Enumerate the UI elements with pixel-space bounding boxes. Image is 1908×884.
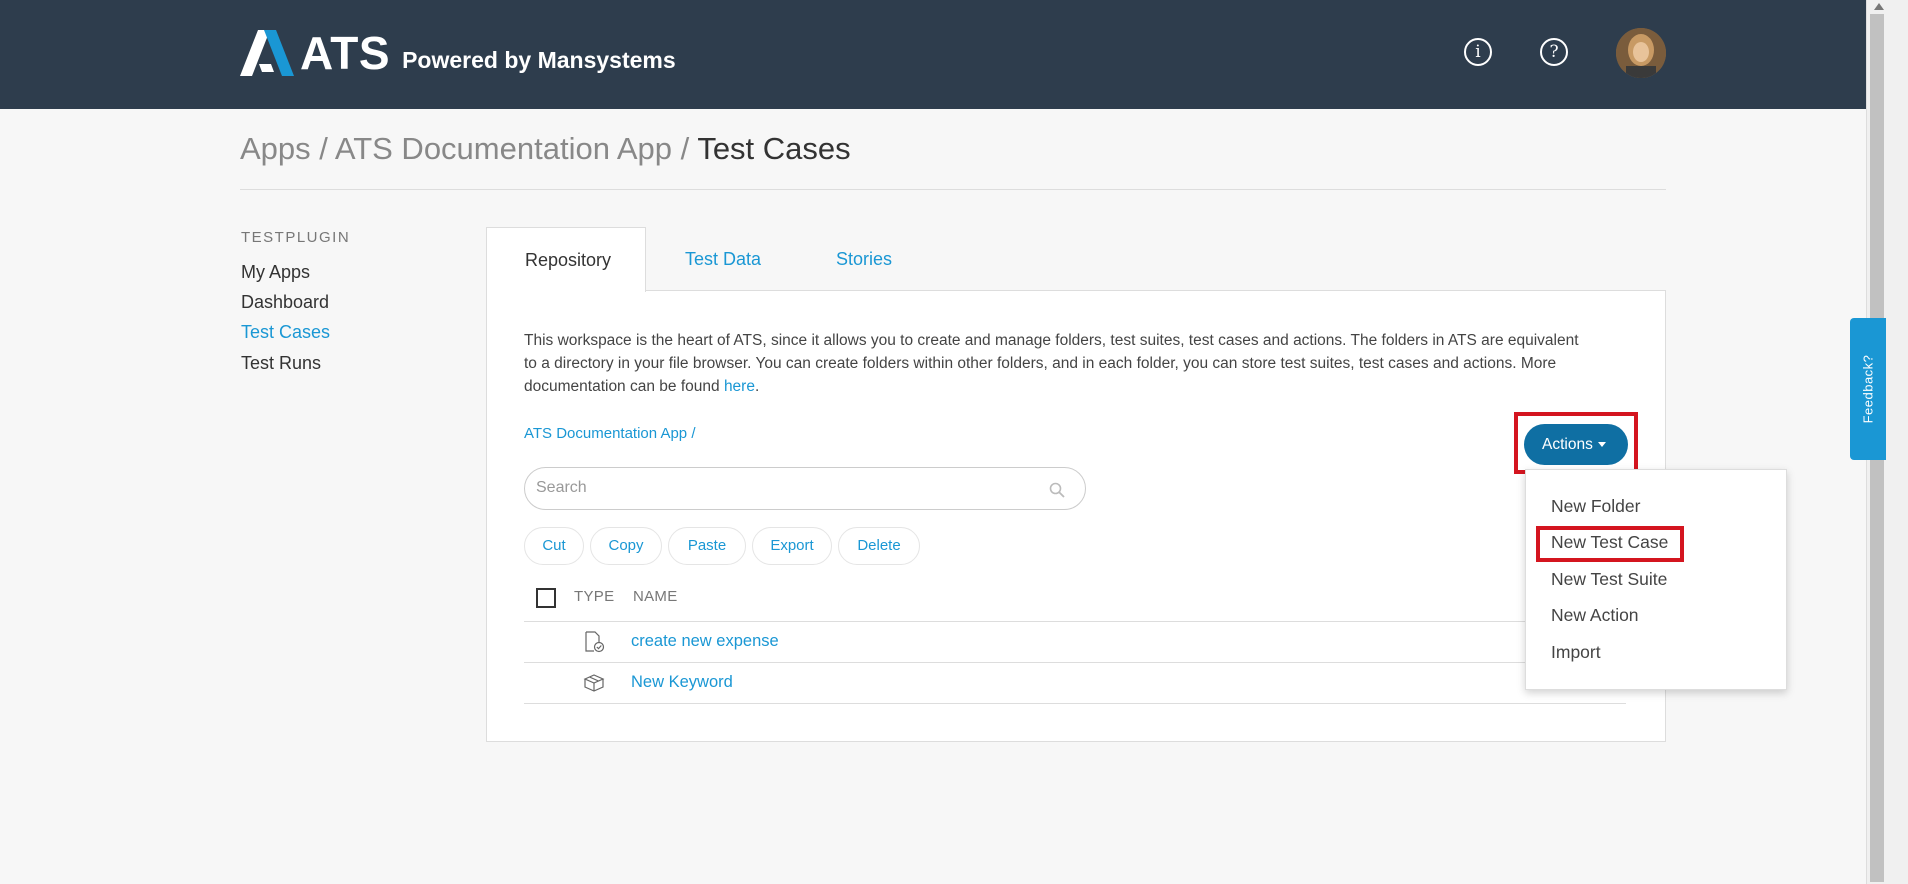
- row-name-new-keyword[interactable]: New Keyword: [631, 673, 733, 692]
- ats-logo-mark-icon: [240, 30, 294, 76]
- breadcrumb-apps[interactable]: Apps: [240, 131, 311, 166]
- feedback-label: Feedback?: [1860, 354, 1876, 424]
- tab-test-data[interactable]: Test Data: [685, 249, 761, 270]
- keyword-box-icon: [583, 674, 605, 692]
- breadcrumb-separator: /: [319, 131, 328, 166]
- new-test-case-highlight-box: [1536, 526, 1684, 562]
- caret-down-icon: [1597, 442, 1606, 448]
- sidebar-item-my-apps[interactable]: My Apps: [241, 262, 310, 283]
- table-divider: [524, 662, 1626, 663]
- breadcrumb-separator: /: [680, 131, 690, 166]
- breadcrumb-app[interactable]: ATS Documentation App: [335, 131, 672, 166]
- actions-button-label: Actions: [1542, 436, 1593, 453]
- logo-ats-text: ATS: [300, 27, 391, 79]
- top-header: ATS Powered by Mansystems i ?: [0, 0, 1866, 109]
- cut-button[interactable]: Cut: [524, 527, 584, 565]
- search-icon[interactable]: [1049, 482, 1065, 498]
- ats-logo[interactable]: ATS Powered by Mansystems: [240, 30, 676, 76]
- sidebar-item-dashboard[interactable]: Dashboard: [241, 292, 329, 313]
- table-divider: [524, 703, 1626, 704]
- breadcrumb-current: Test Cases: [697, 131, 851, 166]
- info-icon[interactable]: i: [1464, 38, 1492, 66]
- workspace-description: This workspace is the heart of ATS, sinc…: [524, 329, 1590, 398]
- menu-item-new-test-suite[interactable]: New Test Suite: [1551, 569, 1667, 590]
- menu-item-new-action[interactable]: New Action: [1551, 605, 1639, 626]
- user-avatar[interactable]: [1616, 28, 1666, 78]
- column-header-name[interactable]: NAME: [633, 588, 678, 605]
- select-all-checkbox[interactable]: [536, 588, 556, 608]
- row-name-create-new-expense[interactable]: create new expense: [631, 632, 779, 651]
- test-case-icon: [585, 631, 605, 653]
- header-divider: [240, 189, 1666, 190]
- export-button[interactable]: Export: [752, 527, 832, 565]
- table-divider: [524, 621, 1626, 622]
- description-end: .: [754, 378, 760, 395]
- folder-path-link[interactable]: ATS Documentation App /: [524, 425, 695, 442]
- menu-item-import[interactable]: Import: [1551, 642, 1601, 663]
- description-text: This workspace is the heart of ATS, sinc…: [524, 332, 1579, 395]
- help-icon[interactable]: ?: [1540, 38, 1568, 66]
- sidebar-item-test-cases[interactable]: Test Cases: [241, 322, 330, 343]
- menu-item-new-folder[interactable]: New Folder: [1551, 496, 1640, 517]
- copy-button[interactable]: Copy: [590, 527, 662, 565]
- documentation-link[interactable]: here: [724, 378, 755, 395]
- scroll-up-arrow-icon[interactable]: [1874, 3, 1884, 10]
- sidebar-item-test-runs[interactable]: Test Runs: [241, 353, 321, 374]
- search-box[interactable]: [524, 467, 1086, 510]
- tab-stories[interactable]: Stories: [836, 249, 892, 270]
- actions-button[interactable]: Actions: [1524, 424, 1628, 465]
- paste-button[interactable]: Paste: [668, 527, 746, 565]
- sidebar-heading: TESTPLUGIN: [241, 229, 351, 246]
- column-header-type: TYPE: [574, 588, 615, 605]
- tab-repository[interactable]: Repository: [486, 227, 646, 292]
- delete-button[interactable]: Delete: [838, 527, 920, 565]
- breadcrumb: Apps / ATS Documentation App / Test Case…: [240, 131, 851, 167]
- feedback-tab[interactable]: Feedback?: [1850, 318, 1886, 460]
- avatar-photo: [1616, 28, 1666, 78]
- search-input[interactable]: [536, 479, 1016, 497]
- logo-powered-by-text: Powered by Mansystems: [402, 47, 676, 73]
